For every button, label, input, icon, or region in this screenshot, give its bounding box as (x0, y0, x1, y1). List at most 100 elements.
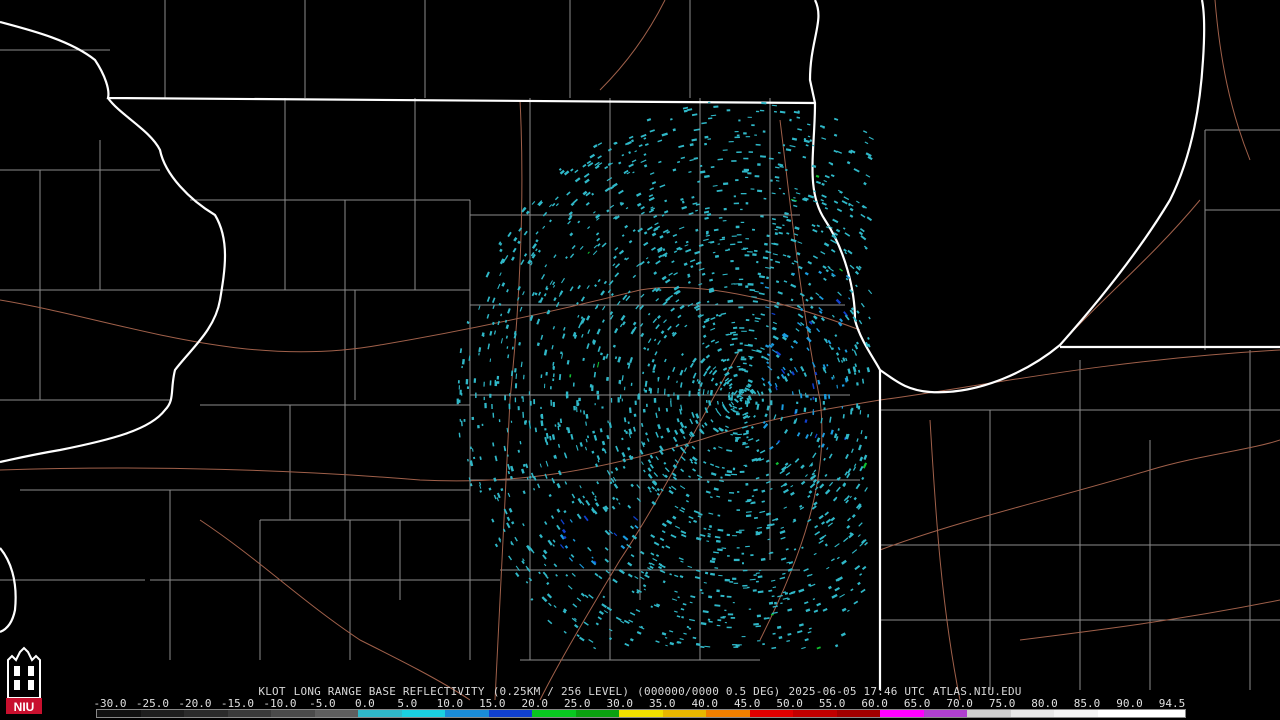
radar-echo (828, 394, 831, 399)
radar-echo (461, 365, 463, 369)
radar-echo (667, 394, 670, 397)
radar-echo (750, 188, 755, 190)
radar-echo (549, 386, 552, 390)
radar-echo (591, 385, 594, 392)
radar-echo (782, 144, 786, 147)
radar-echo (533, 399, 536, 405)
radar-echo (529, 400, 532, 406)
logo-window (14, 680, 20, 690)
radar-echo (741, 562, 745, 565)
colorbar-swatch (575, 710, 620, 717)
radar-echo (460, 393, 463, 396)
radar-echo (557, 422, 560, 426)
radar-echo (704, 142, 707, 146)
colorbar-swatch (662, 710, 707, 717)
radar-echo (812, 396, 815, 400)
radar-echo (806, 395, 809, 398)
colorbar-swatch (706, 710, 750, 717)
radar-echo (514, 383, 518, 389)
radar-echo (727, 555, 730, 557)
radar-echo (528, 391, 530, 395)
colorbar-swatch (445, 710, 489, 717)
radar-echo (592, 430, 596, 434)
radar-echo (856, 382, 859, 386)
logo-window (28, 666, 34, 676)
radar-echo (739, 470, 745, 474)
radar-echo (720, 594, 725, 598)
radar-echo (723, 207, 727, 211)
radar-echo (621, 398, 623, 402)
radar-echo (483, 381, 485, 387)
radar-echo (491, 403, 493, 409)
radar-echo (620, 394, 622, 399)
radar-echo (739, 342, 743, 345)
radar-echo (741, 552, 745, 555)
radar-echo (757, 163, 761, 166)
radar-echo (634, 400, 637, 405)
radar-echo (755, 401, 758, 405)
radar-echo (736, 547, 740, 549)
radar-echo (716, 589, 720, 593)
radar-echo (544, 428, 547, 431)
radar-echo (644, 389, 648, 393)
radar-echo (823, 407, 826, 411)
logo-tower-outline (7, 646, 41, 699)
radar-echo (747, 116, 752, 118)
radar-echo (757, 272, 762, 276)
radar-echo (496, 375, 500, 380)
radar-echo (713, 105, 719, 108)
colorbar-swatch (314, 710, 359, 717)
radar-echo (733, 326, 738, 330)
radar-echo (729, 581, 734, 583)
radar-echo (676, 394, 680, 400)
radar-echo (594, 403, 596, 406)
radar-echo (736, 134, 740, 137)
radar-echo (762, 643, 765, 646)
radar-echo (857, 405, 861, 410)
radar-echo (756, 614, 761, 618)
radar-echo (727, 248, 731, 251)
radar-echo (645, 403, 648, 407)
radar-echo (738, 529, 745, 531)
radar-echo (731, 160, 737, 162)
radar-echo (738, 278, 744, 281)
radar-echo (517, 406, 520, 411)
radar-echo (755, 580, 759, 583)
radar-echo (757, 189, 763, 193)
radar-echo (742, 247, 749, 249)
radar-echo (601, 406, 604, 409)
radar-echo (850, 408, 853, 415)
radar-echo (465, 379, 469, 385)
radar-echo (596, 390, 600, 395)
radar-echo (637, 394, 640, 400)
radar-echo (466, 386, 470, 389)
colorbar-swatch (749, 710, 794, 717)
radar-echo (745, 176, 749, 179)
radar-echo (763, 617, 767, 620)
radar-echo (745, 136, 751, 138)
radar-echo (745, 238, 749, 240)
radar-echo (724, 578, 730, 582)
colorbar-swatch (97, 710, 141, 717)
radar-echo (552, 378, 555, 382)
radar-echo (550, 399, 552, 406)
radar-echo (642, 408, 646, 413)
radar-echo (810, 398, 812, 401)
radar-echo (489, 380, 492, 386)
radar-echo (648, 387, 651, 392)
radar-echo (770, 179, 773, 182)
radar-echo (733, 558, 740, 562)
radar-echo (733, 202, 740, 205)
radar-echo (739, 327, 745, 329)
radar-echo (725, 249, 729, 252)
radar-echo (739, 532, 742, 534)
radar-echo (724, 609, 727, 612)
radar-echo (741, 170, 748, 173)
radar-echo (750, 554, 754, 557)
radar-echo (743, 132, 747, 135)
radar-echo (730, 617, 736, 619)
radar-echo (481, 423, 484, 426)
radar-echo (744, 400, 747, 405)
radar-echo (841, 406, 844, 409)
radar-echo (753, 249, 758, 252)
